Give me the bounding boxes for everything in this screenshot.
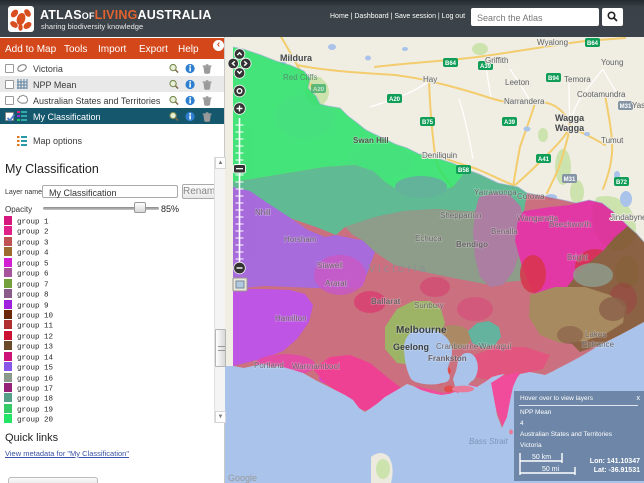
svg-text:Bendigo: Bendigo — [456, 240, 488, 249]
svg-text:B64: B64 — [587, 41, 599, 47]
svg-text:Echuca: Echuca — [415, 234, 442, 243]
svg-text:M31: M31 — [564, 177, 576, 183]
svg-text:Google: Google — [228, 473, 257, 483]
svg-text:Victoria: Victoria — [368, 263, 428, 275]
svg-text:A41: A41 — [538, 157, 550, 163]
svg-text:Yass: Yass — [632, 101, 644, 110]
svg-text:Griffith: Griffith — [485, 56, 508, 65]
svg-text:Mildura: Mildura — [280, 53, 313, 63]
svg-text:Shepparton: Shepparton — [440, 211, 481, 220]
svg-text:Portland: Portland — [254, 361, 284, 370]
svg-text:Frankston: Frankston — [428, 354, 467, 363]
svg-text:Warrnambool: Warrnambool — [292, 362, 340, 371]
svg-text:Benalla: Benalla — [491, 227, 518, 236]
svg-text:Wagga: Wagga — [555, 123, 585, 133]
svg-text:Temora: Temora — [564, 75, 591, 84]
svg-text:Narrandera: Narrandera — [504, 97, 545, 106]
svg-text:Ballarat: Ballarat — [371, 297, 401, 306]
svg-text:Stawell: Stawell — [317, 261, 343, 270]
svg-text:Hamilton: Hamilton — [275, 314, 307, 323]
svg-text:Bass Strait: Bass Strait — [469, 437, 508, 446]
svg-text:Deniliquin: Deniliquin — [422, 151, 457, 160]
svg-text:Cranbourne: Cranbourne — [436, 342, 479, 351]
svg-text:50 km: 50 km — [532, 454, 551, 461]
svg-text:Bright: Bright — [567, 253, 589, 262]
svg-text:Entrance: Entrance — [582, 340, 615, 349]
svg-text:M31: M31 — [620, 104, 632, 110]
svg-text:Sunbury: Sunbury — [414, 301, 444, 310]
svg-text:Jindabyne: Jindabyne — [610, 213, 644, 222]
svg-text:Lakes: Lakes — [585, 330, 606, 339]
svg-text:Corowa: Corowa — [517, 192, 545, 201]
svg-text:B94: B94 — [548, 76, 560, 82]
svg-text:Beechworth: Beechworth — [549, 220, 591, 229]
svg-text:Warragul: Warragul — [479, 342, 511, 351]
svg-text:Wyalong: Wyalong — [537, 38, 568, 47]
svg-text:A39: A39 — [504, 120, 516, 126]
svg-text:Cootamundra: Cootamundra — [577, 90, 626, 99]
svg-text:A20: A20 — [389, 97, 401, 103]
svg-text:Leeton: Leeton — [505, 78, 529, 87]
svg-text:Geelong: Geelong — [393, 342, 429, 352]
svg-text:Hay: Hay — [423, 75, 437, 84]
svg-text:Horsham: Horsham — [284, 235, 317, 244]
svg-text:Nhill: Nhill — [255, 208, 271, 217]
svg-text:B58: B58 — [458, 168, 470, 174]
svg-text:Young: Young — [601, 58, 623, 67]
svg-text:B75: B75 — [422, 120, 434, 126]
svg-text:50 mi: 50 mi — [542, 466, 560, 473]
svg-text:Tumut: Tumut — [601, 136, 624, 145]
svg-text:Swan Hill: Swan Hill — [353, 136, 389, 145]
svg-text:Melbourne: Melbourne — [396, 325, 447, 336]
svg-text:A20: A20 — [313, 87, 325, 93]
svg-text:Red Cliffs: Red Cliffs — [283, 73, 318, 82]
svg-text:B64: B64 — [445, 61, 457, 67]
svg-text:B72: B72 — [616, 180, 628, 186]
svg-text:Wagga: Wagga — [555, 113, 585, 123]
svg-text:Ararat: Ararat — [325, 279, 348, 288]
svg-text:Yarrawonga: Yarrawonga — [474, 188, 517, 197]
